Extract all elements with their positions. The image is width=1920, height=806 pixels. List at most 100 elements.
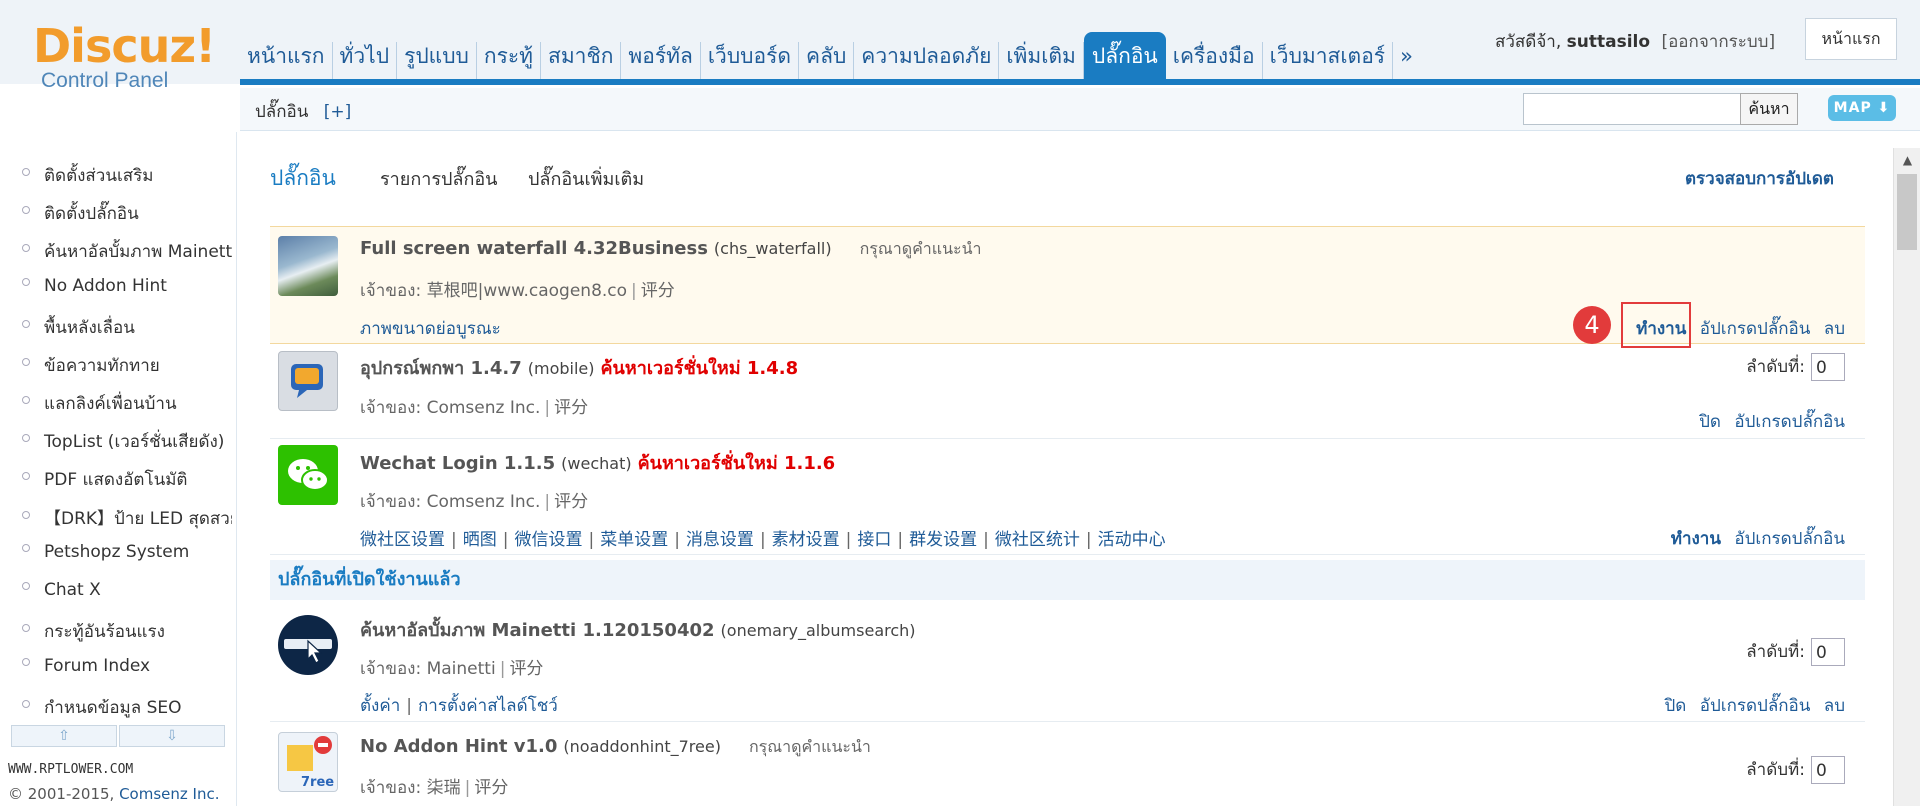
plugin-links: 微社区设置 | 晒图 | 微信设置 | 菜单设置 | 消息设置 | 素材设置 | 接口 | 群发设置 | 微社区…	[360, 530, 1166, 550]
sidebar-item-forum-index[interactable]: Forum Index	[22, 656, 232, 676]
scroll-thumb[interactable]	[1897, 174, 1917, 250]
sidebar-item-album-search[interactable]: ค้นหาอัลบั้มภาพ Mainetti	[22, 238, 232, 265]
sidebar-item-greeting[interactable]: ข้อความทักทาย	[22, 352, 232, 379]
nav-tab-forum[interactable]: เว็บบอร์ด	[701, 42, 800, 80]
wechat-material-link[interactable]: 素材设置	[772, 530, 840, 550]
sidebar-scroll-up-button[interactable]: ⇧	[11, 725, 117, 747]
check-update-link[interactable]: ตรวจสอบการอัปเดต	[1685, 165, 1834, 192]
sidebar-item-pdf[interactable]: PDF แสดงอัตโนมัติ	[22, 466, 232, 493]
sidebar-item-install-addons[interactable]: ติดตั้งส่วนเสริม	[22, 162, 232, 189]
nav-tab-home[interactable]: หน้าแรก	[240, 42, 333, 80]
sidebar-item-no-addon-hint[interactable]: No Addon Hint	[22, 276, 232, 296]
wechat-stats-link[interactable]: 微社区统计	[995, 530, 1080, 550]
nav-tab-extended[interactable]: เพิ่มเติม	[999, 42, 1084, 80]
wechat-community-settings-link[interactable]: 微社区设置	[360, 530, 445, 550]
home-button[interactable]: หน้าแรก	[1805, 18, 1897, 60]
nav-tab-portal[interactable]: พอร์ทัล	[621, 42, 701, 80]
scroll-up-arrow-icon[interactable]: ▲	[1894, 148, 1920, 172]
nav-tab-style[interactable]: รูปแบบ	[397, 42, 477, 80]
comsenz-link[interactable]: Comsenz Inc.	[119, 785, 219, 803]
sidebar-item-toplist[interactable]: TopList (เวอร์ชั่นเสียดัง)	[22, 428, 232, 455]
plugin-row-album-search: ค้นหาอัลบั้มภาพ Mainetti 1.120150402 (one…	[270, 601, 1865, 722]
sidebar-scroll-down-button[interactable]: ⇩	[119, 725, 225, 747]
wechat-message-link[interactable]: 消息设置	[686, 530, 754, 550]
sidebar-item-label: ติดตั้งส่วนเสริม	[44, 166, 154, 186]
wechat-menu-link[interactable]: 菜单设置	[600, 530, 668, 550]
nav-tab-more[interactable]: »	[1393, 42, 1420, 80]
bullet-icon	[22, 168, 30, 176]
sidebar-item-label: Forum Index	[44, 656, 151, 676]
add-shortcut-link[interactable]: [+]	[324, 102, 352, 122]
upgrade-link[interactable]: อัปเกรดปลั๊กอิน	[1700, 319, 1811, 339]
plugin-hint-link[interactable]: กรุณาดูคำแนะนำ	[749, 737, 871, 756]
sidebar-item-chat-x[interactable]: Chat X	[22, 580, 232, 600]
tab-more-plugins[interactable]: ปลั๊กอินเพิ่มเติม	[528, 164, 644, 193]
nav-tab-plugins[interactable]: ปลั๊กอิน	[1083, 32, 1166, 82]
search-input[interactable]	[1523, 93, 1741, 125]
search-button[interactable]: ค้นหา	[1740, 93, 1798, 125]
wechat-photo-link[interactable]: 晒图	[463, 530, 497, 550]
upgrade-link[interactable]: อัปเกรดปลั๊กอิน	[1734, 529, 1845, 549]
order-label: ลำดับที่:	[1746, 642, 1805, 662]
logout-link[interactable]: [ออกจากระบบ]	[1661, 32, 1775, 52]
copyright: © 2001-2015, Comsenz Inc.	[8, 785, 219, 803]
map-button[interactable]: MAP ⬇	[1828, 95, 1896, 121]
author-name: 柒瑞	[426, 778, 461, 798]
sidebar-item-petshopz[interactable]: Petshopz System	[22, 542, 232, 562]
wechat-settings-link[interactable]: 微信设置	[514, 530, 582, 550]
wechat-events-link[interactable]: 活动中心	[1098, 530, 1166, 550]
wechat-broadcast-link[interactable]: 群发设置	[909, 530, 977, 550]
upgrade-link[interactable]: อัปเกรดปลั๊กอิน	[1734, 412, 1845, 432]
delete-link[interactable]: ลบ	[1824, 319, 1845, 339]
sidebar-item-led-sign[interactable]: 【DRK】ป้าย LED สุดสวย	[22, 504, 232, 532]
disable-link[interactable]: ปิด	[1699, 412, 1721, 432]
bullet-icon	[22, 320, 30, 328]
upgrade-link[interactable]: อัปเกรดปลั๊กอิน	[1700, 696, 1811, 716]
new-version-link[interactable]: ค้นหาเวอร์ชั่นใหม่ 1.1.6	[638, 453, 836, 474]
nav-tab-threads[interactable]: กระทู้	[477, 42, 541, 80]
nav-tab-tools[interactable]: เครื่องมือ	[1166, 42, 1263, 80]
sidebar-item-hot-threads[interactable]: กระทู้อันร้อนแรง	[22, 618, 232, 645]
order-input[interactable]: 0	[1811, 756, 1845, 784]
nav-tab-general[interactable]: ทั่วไป	[333, 42, 398, 80]
plugin-links: ภาพขนาดย่อบูรณะ	[360, 315, 501, 342]
enable-link[interactable]: ทำงาน	[1671, 529, 1721, 549]
rate-link[interactable]: 评分	[641, 281, 675, 301]
rate-link[interactable]: 评分	[554, 492, 588, 512]
order-input[interactable]: 0	[1811, 638, 1845, 666]
plugin-id: (chs_waterfall)	[713, 239, 832, 258]
logo-main-text: Discuz!	[33, 19, 216, 73]
order-input[interactable]: 0	[1811, 353, 1845, 381]
bullet-icon	[22, 278, 30, 286]
plugin-author: เจ้าของ: Mainetti | 评分	[360, 659, 544, 679]
plugin-title: No Addon Hint v1.0 (noaddonhint_7ree) กรุณ…	[360, 735, 871, 760]
rate-link[interactable]: 评分	[509, 659, 543, 679]
delete-link[interactable]: ลบ	[1824, 696, 1845, 716]
plugin-hint-link[interactable]: กรุณาดูคำแนะนำ	[860, 239, 982, 258]
rate-link[interactable]: 评分	[554, 398, 588, 418]
rate-link[interactable]: 评分	[474, 778, 508, 798]
bullet-icon	[22, 544, 30, 552]
sidebar-item-install-plugins[interactable]: ติดตั้งปลั๊กอิน	[22, 200, 232, 227]
sidebar-item-scroll-bg[interactable]: พื้นหลังเลื่อน	[22, 314, 232, 341]
new-version-link[interactable]: ค้นหาเวอร์ชั่นใหม่ 1.4.8	[601, 358, 799, 379]
disable-link[interactable]: ปิด	[1665, 696, 1687, 716]
slideshow-settings-link[interactable]: การตั้งค่าสไลด์โชว์	[418, 696, 558, 716]
plugin-setting-link[interactable]: ภาพขนาดย่อบูรณะ	[360, 319, 501, 339]
wechat-api-link[interactable]: 接口	[857, 530, 891, 550]
settings-link[interactable]: ตั้งค่า	[360, 696, 400, 716]
sidebar-item-seo[interactable]: กำหนดข้อมูล SEO	[22, 694, 232, 721]
nav-tab-security[interactable]: ความปลอดภัย	[854, 42, 1000, 80]
nav-tab-webmaster[interactable]: เว็บมาสเตอร์	[1263, 42, 1394, 80]
tab-plugin-list[interactable]: รายการปลั๊กอิน	[380, 164, 497, 193]
nav-tab-club[interactable]: คลับ	[799, 42, 855, 80]
sidebar-item-label: No Addon Hint	[44, 276, 167, 296]
discuz-logo[interactable]: Discuz! Control Panel	[33, 19, 216, 92]
plugin-actions: ปิด อัปเกรดปลั๊กอิน	[1691, 408, 1845, 435]
nav-tab-members[interactable]: สมาชิก	[541, 42, 622, 80]
bullet-icon	[22, 358, 30, 366]
page-scrollbar[interactable]: ▲	[1893, 148, 1920, 806]
sidebar-item-link-exchange[interactable]: แลกลิงค์เพื่อนบ้าน	[22, 390, 232, 417]
author-label: เจ้าของ:	[360, 398, 422, 418]
thumb-caption: 7ree	[301, 775, 335, 790]
